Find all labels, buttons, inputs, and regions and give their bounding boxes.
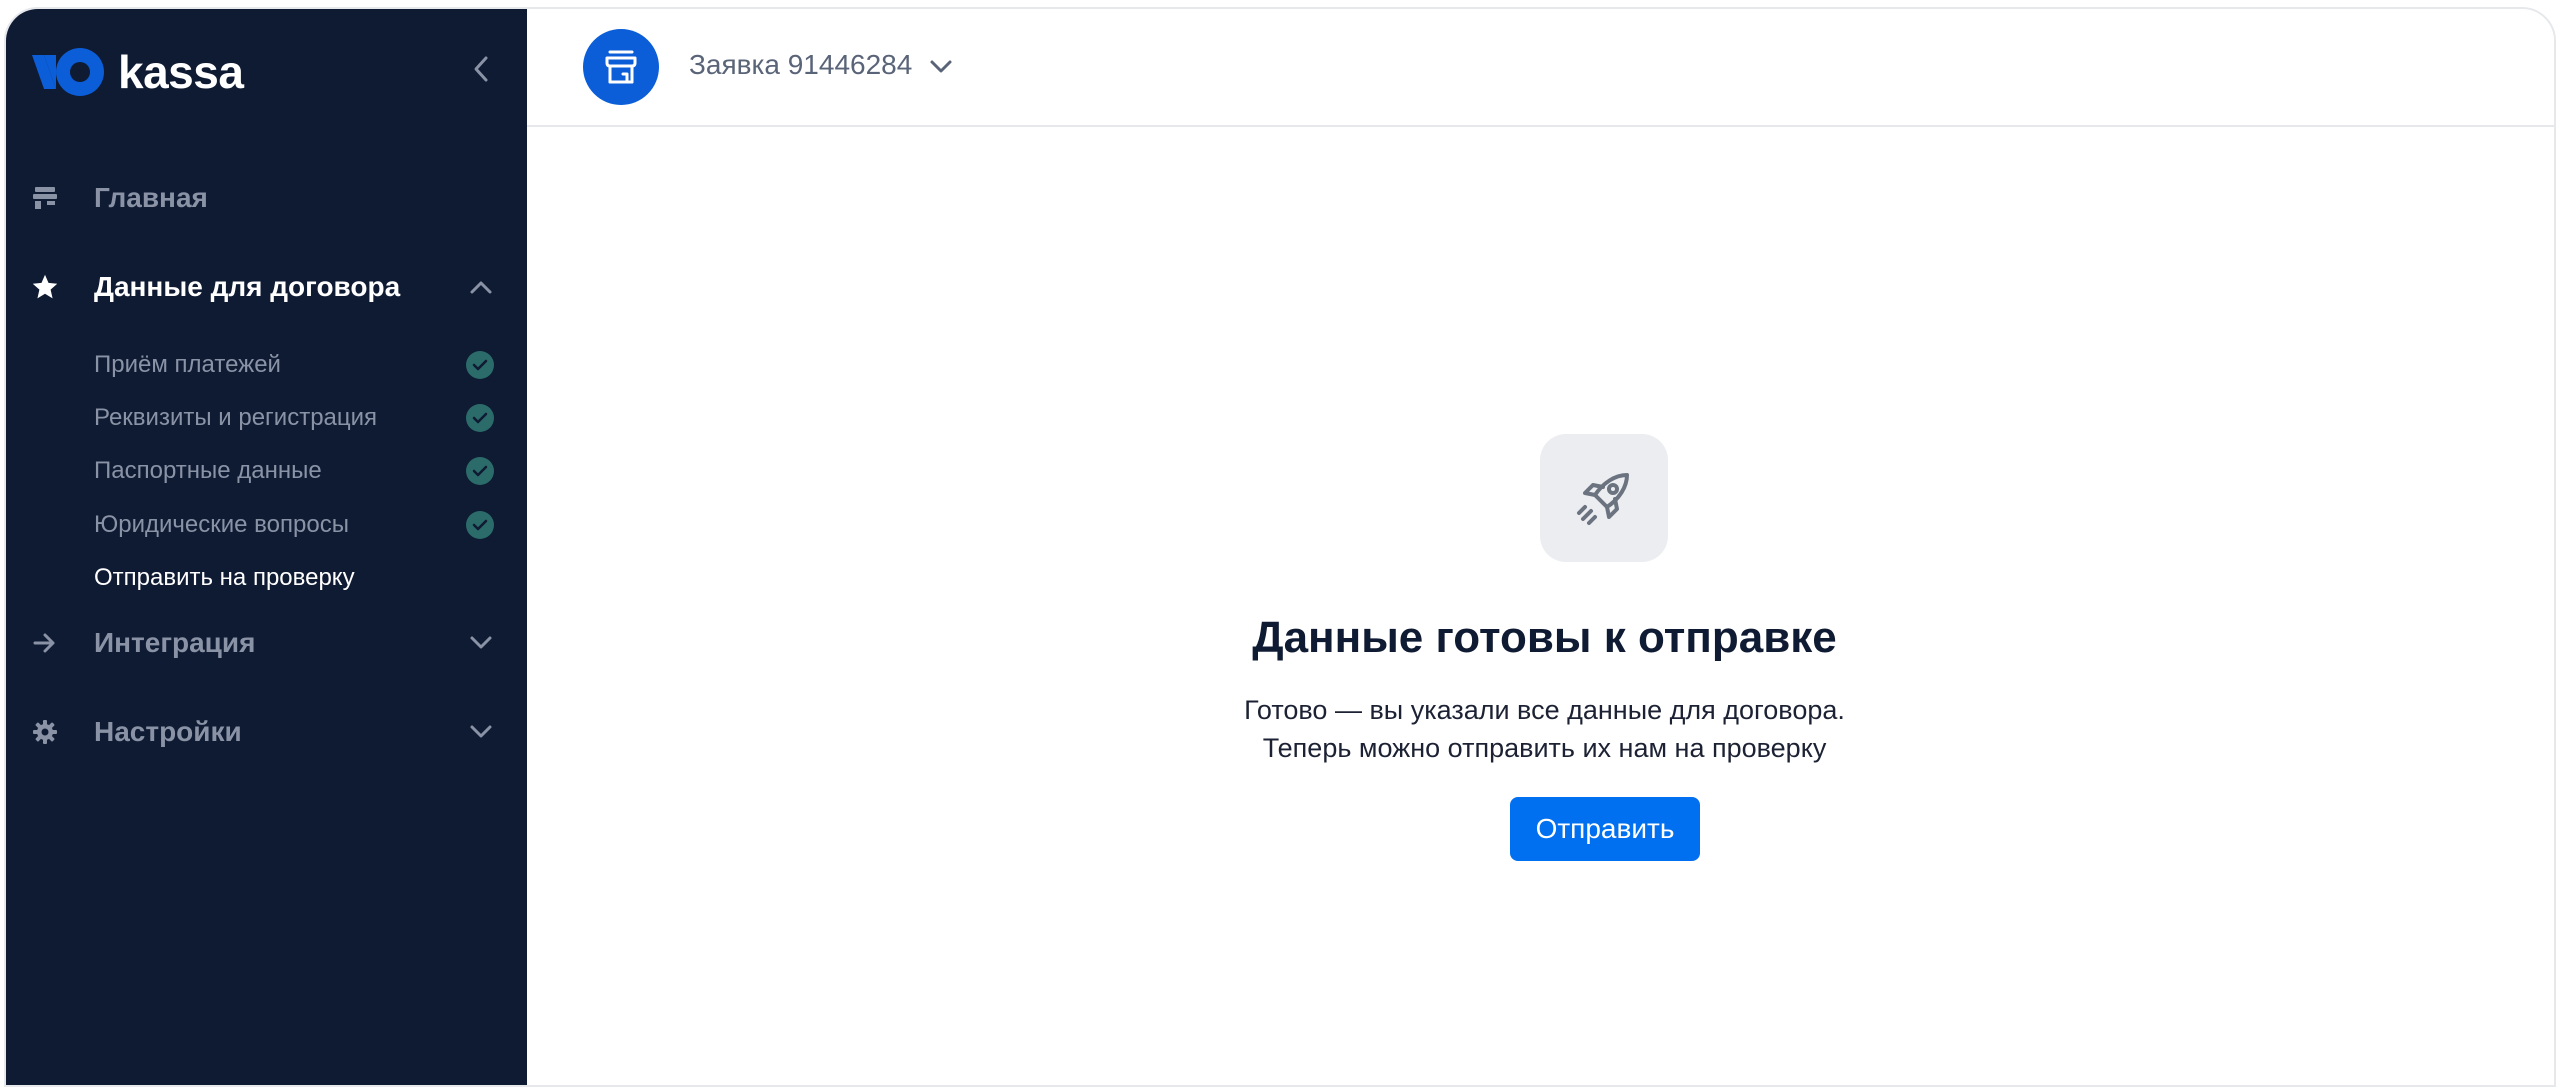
sidebar-item-settings[interactable]: Настройки (6, 704, 527, 760)
sidebar-subitem-label: Юридические вопросы (94, 511, 349, 538)
gear-icon (30, 717, 60, 747)
check-icon (466, 511, 494, 539)
check-icon (466, 351, 494, 379)
sidebar-item-label: Данные для договора (94, 271, 401, 302)
sidebar-item-home[interactable]: Главная (6, 170, 527, 226)
sidebar-subitem-requisites[interactable]: Реквизиты и регистрация (94, 398, 504, 438)
star-icon (30, 272, 60, 302)
sidebar-subitem-passport[interactable]: Паспортные данные (94, 451, 504, 491)
sidebar-item-label: Интеграция (94, 627, 256, 658)
sidebar-subitem-label: Отправить на проверку (94, 564, 355, 591)
chevron-down-icon (464, 715, 498, 749)
sidebar-item-label: Настройки (94, 716, 242, 747)
arrow-right-icon (30, 628, 60, 658)
ready-to-submit-panel: Данные готовы к отправке Готово — вы ука… (527, 9, 2554, 1085)
sidebar-subitem-label: Приём платежей (94, 351, 281, 378)
chevron-down-icon (464, 626, 498, 660)
logo-text: kassa (118, 46, 244, 98)
logo-mark-icon (30, 45, 108, 99)
submit-button[interactable]: Отправить (1510, 797, 1700, 861)
sidebar-item-label: Главная (94, 182, 208, 213)
sidebar-subitem-payments[interactable]: Приём платежей (94, 345, 504, 385)
sidebar-item-integration[interactable]: Интеграция (6, 615, 527, 671)
chevron-left-icon (474, 56, 488, 82)
rocket-icon (1540, 434, 1668, 562)
app-window: kassa Главная Данные для договора Приём … (4, 7, 2556, 1087)
status-headline: Данные готовы к отправке (1252, 613, 1837, 662)
sidebar-subitem-label: Паспортные данные (94, 457, 322, 484)
logo[interactable]: kassa (30, 45, 244, 99)
main-content: Заявка 91446284 Данные готовы к отправке… (527, 9, 2554, 1085)
sidebar-item-contract[interactable]: Данные для договора (6, 259, 527, 315)
chevron-up-icon (464, 270, 498, 304)
check-icon (466, 457, 494, 485)
collapse-sidebar-button[interactable] (461, 49, 501, 89)
sidebar: kassa Главная Данные для договора Приём … (6, 9, 527, 1085)
sidebar-subitem-legal[interactable]: Юридические вопросы (94, 505, 504, 545)
status-description-line-2: Теперь можно отправить их нам на проверк… (1262, 733, 1827, 763)
store-icon (30, 183, 60, 213)
check-icon (466, 404, 494, 432)
sidebar-subitem-label: Реквизиты и регистрация (94, 404, 378, 431)
sidebar-subitem-submit[interactable]: Отправить на проверку (94, 558, 504, 598)
status-description-line-1: Готово — вы указали все данные для догов… (1244, 695, 1845, 725)
